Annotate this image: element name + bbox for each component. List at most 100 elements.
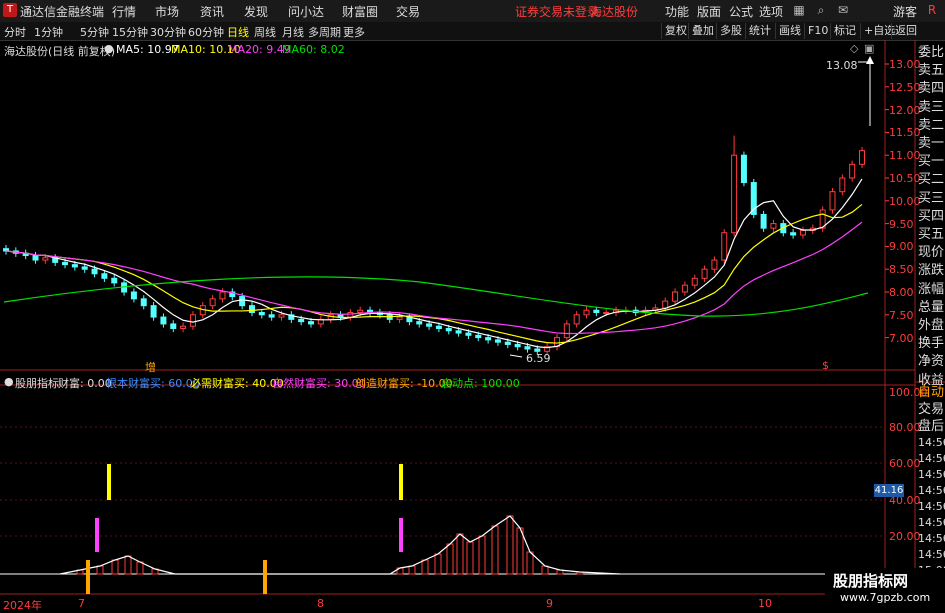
trade-panel-item-3: 14:56	[918, 436, 945, 449]
candle-up	[583, 309, 590, 316]
candle-down	[426, 323, 433, 327]
necessary-buy-signal	[107, 464, 111, 500]
indicator-creative-buy: 创造财富买: -10.00	[355, 377, 453, 390]
indicator-bar	[446, 543, 454, 575]
natural-buy-signal	[95, 518, 99, 552]
quote-label-13: 涨幅	[918, 281, 945, 297]
quote-label-2: 卖四	[918, 81, 945, 97]
x-label-jul: 7	[78, 597, 85, 610]
quote-label-14: 总量	[918, 299, 945, 315]
indicator-bar	[111, 559, 119, 575]
indicator-launch-point: 启动点: 100.00	[441, 377, 520, 390]
stock-title: 海达股份(日线 前复权)	[4, 45, 116, 58]
candle-down	[445, 327, 452, 332]
chart-canvas[interactable]	[0, 0, 945, 609]
arrow-up-icon	[866, 56, 874, 64]
trade-panel-item-8: 14:56	[918, 516, 945, 529]
candle-down	[298, 318, 305, 323]
candle-down	[435, 325, 442, 329]
trade-panel-item-6: 14:56	[918, 484, 945, 497]
quote-label-15: 外盘	[918, 318, 945, 334]
trade-panel-item-9: 14:56	[918, 532, 945, 545]
candle-down	[62, 261, 69, 266]
dollar-marker: $	[822, 359, 829, 372]
watermark-url: www.7gpzb.com	[840, 591, 931, 604]
trade-panel-item-5: 14:56	[918, 468, 945, 481]
y-tick-9.50: 9.50	[889, 217, 914, 231]
candle-down	[514, 343, 521, 348]
quote-label-5: 卖一	[918, 136, 945, 152]
candle-down	[140, 298, 147, 307]
trade-panel-item-10: 14:56	[918, 548, 945, 561]
quote-label-17: 净资	[918, 354, 945, 370]
candle-up	[770, 223, 777, 229]
indicator-bar	[491, 525, 499, 575]
indicator-bar	[124, 555, 132, 575]
indicator-bar	[478, 535, 486, 575]
indicator-bar	[136, 561, 144, 575]
y-tick-12.00: 12.00	[889, 103, 921, 117]
y-tick-7.50: 7.50	[889, 308, 914, 322]
candle-up	[573, 314, 580, 325]
y-tick-11.00: 11.00	[889, 149, 921, 163]
quote-label-3: 卖三	[918, 99, 945, 115]
trade-panel-item-2[interactable]: 盘后	[918, 418, 945, 435]
quote-label-16: 换手	[918, 336, 945, 352]
candle-up	[42, 257, 49, 261]
watermark-title: 股朋指标网	[833, 572, 909, 590]
y-tick-8.00: 8.00	[889, 286, 914, 299]
quote-label-8: 买三	[918, 190, 945, 206]
candle-down	[130, 291, 137, 300]
candle-down	[150, 305, 157, 318]
indicator-bar	[466, 541, 474, 575]
candle-up	[691, 277, 698, 286]
trade-panel-item-0[interactable]: 自动	[918, 384, 945, 401]
candle-up	[701, 268, 708, 279]
candle-up	[711, 259, 718, 270]
candle-up	[849, 163, 856, 179]
y-tick-12.50: 12.50	[889, 80, 921, 94]
settings-circle-icon[interactable]: ●	[104, 42, 114, 55]
increase-marker: 增	[145, 361, 156, 374]
candle-down	[475, 334, 482, 339]
candle-down	[71, 264, 78, 268]
necessary-buy-signal	[399, 464, 403, 500]
quote-label-10: 买五	[918, 227, 945, 243]
ind-y-tick-80: 80.00	[889, 421, 921, 434]
candle-down	[534, 348, 541, 352]
y-tick-13.00: 13.00	[889, 58, 921, 71]
indicator-bar	[526, 551, 534, 575]
candle-up	[396, 316, 403, 320]
y-tick-8.50: 8.50	[889, 263, 914, 277]
candle-down	[101, 273, 108, 279]
panel-toggle-icon[interactable]: ▣	[864, 42, 874, 55]
candle-down	[248, 305, 255, 314]
indicator-bar	[456, 533, 464, 575]
natural-buy-signal	[399, 518, 403, 552]
candle-up	[672, 291, 679, 302]
trade-panel-item-1[interactable]: 交易	[918, 401, 945, 418]
trade-panel: 自动交易盘后14:5614:5614:5614:5614:5614:5614:5…	[918, 384, 945, 579]
quote-label-11: 现价	[918, 245, 945, 261]
candle-up	[563, 323, 570, 339]
x-label-oct: 10	[758, 597, 772, 610]
candle-up	[839, 177, 846, 193]
candle-up	[278, 314, 285, 318]
candle-down	[740, 154, 747, 184]
indicator-bar	[516, 527, 524, 575]
indicator-name: 股朋指标	[15, 377, 59, 390]
candle-up	[603, 312, 610, 315]
candle-up	[859, 150, 865, 165]
ind-y-tick-20: 20.00	[889, 530, 921, 543]
ind-y-tick-60: 60.00	[889, 457, 921, 470]
quote-panel: 委比 卖五 卖四 卖三 卖二 卖一 买一 买二 买三 买四 买五 现价 涨跌 涨幅 总量 外盘 换手 净资 收益	[918, 44, 945, 390]
indicator-settings-icon[interactable]: ●	[4, 375, 14, 388]
diamond-icon[interactable]: ◇	[850, 42, 858, 55]
candle-up	[209, 298, 216, 307]
candle-down	[504, 341, 511, 345]
indicator-bar	[541, 565, 549, 575]
current-value-badge: 41.16	[874, 484, 904, 497]
quote-label-1: 卖五	[918, 63, 945, 79]
candle-down	[258, 312, 265, 316]
candle-down	[91, 268, 98, 275]
